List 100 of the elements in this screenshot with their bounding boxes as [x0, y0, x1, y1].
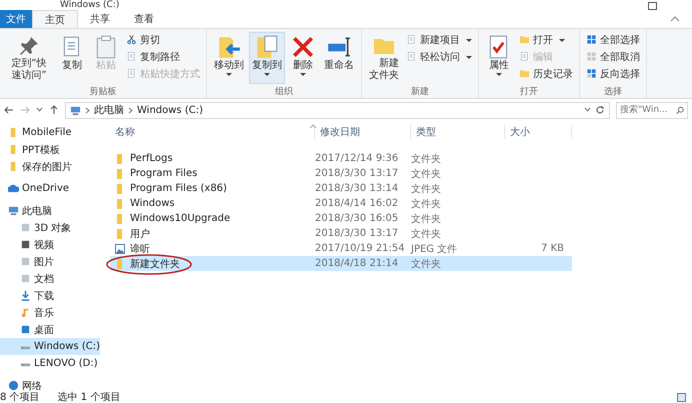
file-row[interactable]: 新建文件夹 2018/4/18 21:14 文件夹 — [110, 256, 572, 271]
nav-item[interactable]: LENOVO (D:) — [0, 355, 100, 372]
nav-item[interactable]: MobileFile — [0, 124, 100, 141]
refresh-icon[interactable] — [595, 105, 605, 115]
cloud-icon — [8, 183, 19, 194]
date-cell-text: 2018/3/30 16:05 — [315, 213, 400, 224]
grid-icon — [586, 51, 597, 62]
chevron-right-icon — [85, 106, 90, 114]
group-label: 新建 — [410, 86, 430, 98]
computer-icon — [70, 104, 81, 116]
date-cell-text: 2018/4/14 16:02 — [315, 198, 400, 209]
group-label: 组织 — [274, 86, 294, 98]
ribbon-button[interactable]: 轻松访问 — [404, 49, 474, 64]
type-cell-text: 文件夹 — [411, 168, 442, 180]
column-header[interactable]: 类型 — [411, 125, 505, 139]
file-name: Windows — [130, 198, 175, 209]
date-cell-text: 2018/3/30 13:14 — [315, 183, 400, 194]
nav-item[interactable]: 视频 — [0, 236, 100, 253]
chevron-right-icon — [128, 106, 133, 114]
type-cell-text: 文件夹 — [411, 182, 442, 196]
nav-item[interactable]: 文档 — [0, 270, 100, 287]
file-row[interactable]: PerfLogs 2017/12/14 9:36 文件夹 — [110, 151, 572, 166]
group-label: 打开 — [519, 86, 539, 98]
ribbon-button[interactable]: 打开 — [517, 32, 575, 47]
download-icon — [20, 290, 31, 301]
details-view-icon[interactable] — [677, 393, 686, 402]
date-cell-text: 2018/3/30 13:17 — [315, 168, 400, 179]
nav-item[interactable]: 保存的图片 — [0, 158, 100, 175]
type-cell-text: 文件夹 — [411, 198, 442, 210]
ribbon-button[interactable]: 移动到 — [211, 32, 247, 84]
window-title: Windows (C:) — [60, 0, 120, 10]
column-header[interactable]: 修改日期 — [315, 125, 411, 139]
ribbon-button[interactable]: 剪切 — [124, 32, 202, 47]
date-cell-text: 2018/3/30 13:17 — [315, 228, 400, 239]
date-cell-text: 2018/4/18 21:14 — [315, 258, 400, 269]
collapse-ribbon-icon[interactable] — [670, 15, 680, 23]
scissors-icon — [126, 34, 137, 45]
ribbon-button[interactable]: 属性 — [483, 32, 515, 84]
ribbon-button[interactable]: 新建项目 — [404, 32, 474, 47]
folder-icon — [115, 258, 125, 268]
type-cell-text: 文件夹 — [411, 152, 442, 166]
maximize-icon[interactable] — [648, 2, 657, 10]
folder-icon — [519, 34, 530, 45]
file-name: PerfLogs — [130, 153, 173, 164]
ribbon-button[interactable]: 定到“快速访问” — [4, 32, 54, 84]
file-row[interactable]: Windows10Upgrade 2018/3/30 16:05 文件夹 — [110, 211, 572, 226]
chevron-down-icon[interactable] — [584, 107, 591, 113]
file-row[interactable]: 谛听 2017/10/19 21:54 JPEG 文件 7 KB — [110, 241, 572, 256]
ribbon-button[interactable]: 复制 — [56, 32, 88, 84]
nav-item[interactable]: PPT模板 — [0, 141, 100, 158]
up-arrow-icon[interactable] — [49, 105, 59, 115]
nav-item[interactable]: 下载 — [0, 287, 100, 304]
file-name: 新建文件夹 — [130, 258, 180, 270]
ribbon-button[interactable]: 历史记录 — [517, 66, 575, 81]
date-cell-text: 2017/10/19 21:54 — [315, 243, 406, 254]
breadcrumb[interactable]: 此电脑 — [94, 103, 124, 117]
type-cell-text: 文件夹 — [411, 212, 442, 226]
ribbon-button[interactable]: 反向选择 — [584, 66, 642, 81]
file-row[interactable]: Program Files 2018/3/30 13:17 文件夹 — [110, 166, 572, 181]
back-arrow-icon[interactable] — [4, 105, 14, 115]
music-note-icon — [20, 307, 31, 318]
nav-item[interactable]: Windows (C:) — [0, 338, 100, 355]
search-icon — [676, 106, 684, 114]
file-name: Program Files (x86) — [130, 183, 227, 194]
ribbon-button[interactable]: 复制路径 — [124, 49, 202, 64]
group-label: 剪贴板 — [88, 86, 118, 98]
breadcrumb[interactable]: Windows (C:) — [137, 104, 203, 116]
computer-icon — [8, 205, 19, 216]
column-header[interactable]: 名称 — [110, 125, 315, 139]
ribbon-button[interactable]: 全部选择 — [584, 32, 642, 47]
file-name: Windows10Upgrade — [130, 213, 230, 224]
file-name: Program Files — [130, 168, 198, 179]
ribbon-button[interactable]: 新建文件夹 — [366, 32, 402, 84]
size-cell-text: 7 KB — [540, 243, 565, 254]
chevron-down-icon[interactable] — [36, 107, 43, 113]
ribbon-tab[interactable]: 主页 — [32, 10, 78, 28]
network-icon — [8, 380, 19, 391]
column-header[interactable]: 大小 — [505, 125, 572, 139]
ribbon-button[interactable]: 重命名 — [321, 32, 357, 84]
ribbon-tab[interactable]: 查看 — [122, 10, 166, 28]
address-bar[interactable]: 此电脑 Windows (C:) — [65, 102, 610, 118]
type-cell-text: 文件夹 — [411, 228, 442, 240]
file-menu-tab[interactable]: 文件 — [0, 10, 32, 28]
file-row[interactable]: 用户 2018/3/30 13:17 文件夹 — [110, 226, 572, 241]
group-label: 选择 — [603, 86, 623, 98]
nav-item[interactable]: 此电脑 — [0, 202, 100, 219]
nav-item[interactable]: 桌面 — [0, 321, 100, 338]
ribbon-tab[interactable]: 共享 — [78, 10, 122, 28]
nav-item[interactable]: 音乐 — [0, 304, 100, 321]
file-row[interactable]: Windows 2018/4/14 16:02 文件夹 — [110, 196, 572, 211]
item-count: 8 个项目 — [0, 392, 40, 403]
nav-item[interactable]: 图片 — [0, 253, 100, 270]
nav-item[interactable]: OneDrive — [0, 180, 100, 197]
nav-item[interactable]: 3D 对象 — [0, 219, 100, 236]
file-row[interactable]: Program Files (x86) 2018/3/30 13:14 文件夹 — [110, 181, 572, 196]
ribbon-button[interactable]: 删除 — [287, 32, 319, 84]
ribbon-button[interactable]: 全部取消 — [584, 49, 642, 64]
image-file-icon — [115, 244, 125, 254]
ribbon-button[interactable]: 复制到 — [249, 32, 285, 84]
grid-icon — [586, 68, 597, 79]
